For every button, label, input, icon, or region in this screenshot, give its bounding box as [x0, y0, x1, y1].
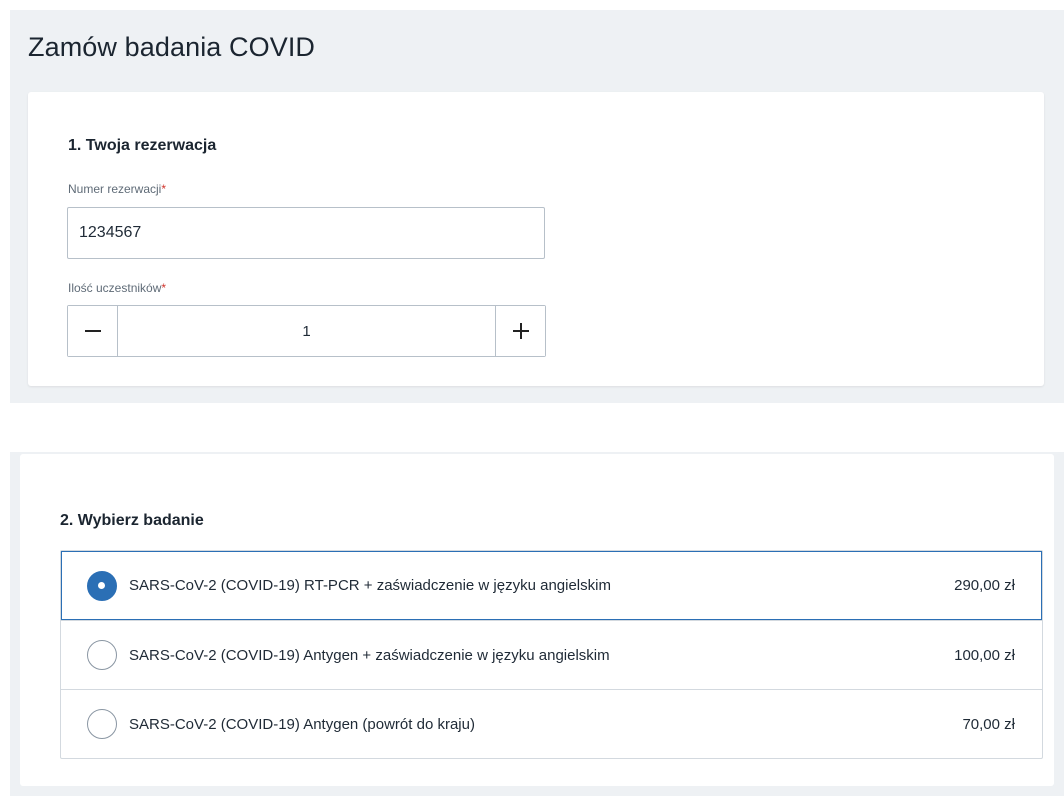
test-option-label: SARS-CoV-2 (COVID-19) Antygen (powrót do…	[129, 715, 475, 733]
required-marker: *	[161, 182, 167, 196]
test-option-price: 100,00 zł	[954, 646, 1015, 664]
required-marker: *	[161, 281, 167, 295]
test-option-label: SARS-CoV-2 (COVID-19) RT-PCR + zaświadcz…	[129, 577, 611, 594]
test-selection-card: 2. Wybierz badanie SARS-CoV-2 (COVID-19)…	[20, 454, 1054, 786]
page-title: Zamów badania COVID	[28, 32, 316, 62]
participants-label: Ilość uczestników*	[68, 281, 166, 295]
test-options-list: SARS-CoV-2 (COVID-19) RT-PCR + zaświadcz…	[60, 550, 1043, 759]
minus-icon	[84, 330, 101, 332]
reservation-number-input[interactable]	[67, 207, 545, 259]
increment-button[interactable]	[495, 306, 545, 356]
test-option[interactable]: SARS-CoV-2 (COVID-19) Antygen (powrót do…	[61, 689, 1042, 758]
reservation-number-label-text: Numer rezerwacji	[68, 182, 162, 196]
reservation-number-label: Numer rezerwacji*	[68, 182, 166, 196]
reservation-section-title: 1. Twoja rezerwacja	[68, 137, 217, 154]
test-selection-panel: 2. Wybierz badanie SARS-CoV-2 (COVID-19)…	[10, 452, 1064, 796]
radio-button[interactable]	[87, 640, 117, 670]
test-option-label: SARS-CoV-2 (COVID-19) Antygen + zaświadc…	[129, 646, 610, 664]
decrement-button[interactable]	[68, 306, 118, 356]
participants-label-text: Ilość uczestników	[68, 281, 162, 295]
test-option[interactable]: SARS-CoV-2 (COVID-19) Antygen + zaświadc…	[61, 620, 1042, 689]
radio-button-checked[interactable]	[87, 570, 117, 601]
test-section-title: 2. Wybierz badanie	[60, 512, 204, 529]
participants-stepper: 1	[67, 305, 546, 357]
test-option-price: 290,00 zł	[954, 577, 1015, 594]
reservation-card: 1. Twoja rezerwacja Numer rezerwacji* Il…	[28, 92, 1044, 386]
test-option-price: 70,00 zł	[962, 715, 1015, 733]
test-option[interactable]: SARS-CoV-2 (COVID-19) RT-PCR + zaświadcz…	[61, 551, 1042, 620]
plus-icon	[512, 323, 529, 339]
participants-count[interactable]: 1	[118, 306, 495, 356]
radio-button[interactable]	[87, 709, 117, 739]
